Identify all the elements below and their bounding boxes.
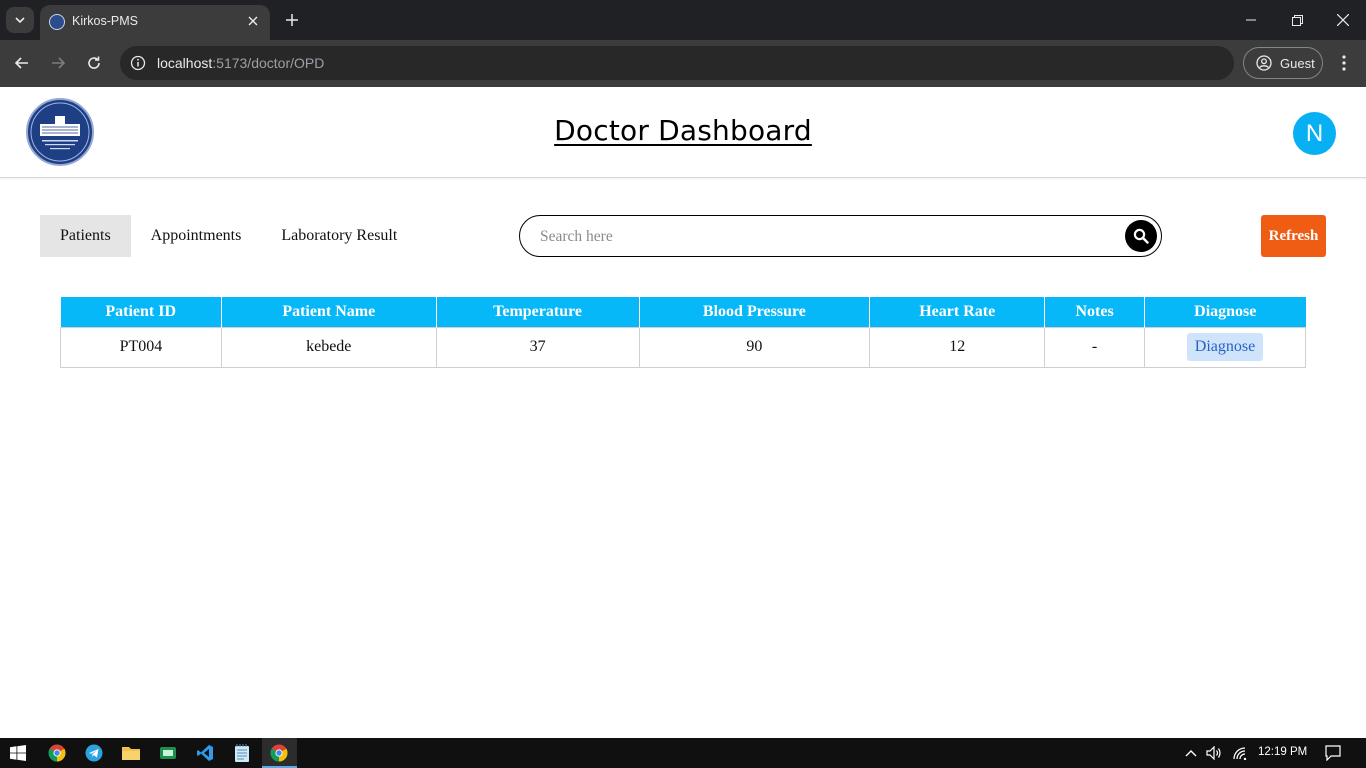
- notification-center-icon[interactable]: [1325, 745, 1341, 761]
- table-row: PT004 kebede 37 90 12 - Diagnose: [60, 326, 1306, 368]
- cell-patient-name: kebede: [220, 326, 437, 368]
- taskbar-vscode-icon[interactable]: [195, 743, 215, 763]
- column-header-blood-pressure: Blood Pressure: [639, 297, 871, 327]
- url-path: :5173/doctor/OPD: [212, 55, 325, 71]
- close-window-button[interactable]: [1320, 0, 1366, 40]
- start-button[interactable]: [8, 743, 28, 763]
- tab-close-button[interactable]: [244, 12, 262, 30]
- minimize-icon: [1246, 19, 1256, 21]
- profile-label: Guest: [1280, 55, 1315, 71]
- close-icon: [1337, 14, 1349, 26]
- search-bar: [519, 215, 1162, 257]
- browser-tab[interactable]: Kirkos-PMS: [40, 5, 270, 40]
- column-header-diagnose: Diagnose: [1144, 297, 1306, 327]
- site-favicon-icon: [49, 14, 65, 30]
- search-input[interactable]: [540, 226, 1120, 248]
- back-button[interactable]: [10, 51, 34, 75]
- cell-diagnose: Diagnose: [1144, 326, 1306, 368]
- arrow-right-icon: [52, 57, 66, 69]
- search-icon: [1133, 228, 1149, 244]
- restore-icon: [1291, 14, 1303, 26]
- taskbar-app-icon[interactable]: [158, 743, 178, 763]
- volume-icon[interactable]: [1206, 745, 1222, 761]
- chevron-down-icon: [15, 17, 25, 24]
- taskbar-clock[interactable]: 12:19 PM: [1258, 746, 1307, 758]
- page-title: Doctor Dashboard: [554, 114, 812, 147]
- minimize-button[interactable]: [1228, 0, 1274, 40]
- patients-table: Patient ID Patient Name Temperature Bloo…: [60, 297, 1306, 368]
- reload-button[interactable]: [82, 51, 106, 75]
- wifi-icon[interactable]: [1232, 745, 1248, 761]
- taskbar-telegram-icon[interactable]: [84, 743, 104, 763]
- tab-laboratory-result[interactable]: Laboratory Result: [261, 215, 417, 257]
- url-host: localhost: [157, 55, 213, 71]
- address-bar[interactable]: localhost:5173/doctor/OPD: [120, 46, 1234, 80]
- column-header-temperature: Temperature: [436, 297, 640, 327]
- site-info-icon[interactable]: [128, 53, 148, 73]
- plus-icon: [286, 14, 298, 26]
- arrow-left-icon: [14, 57, 28, 69]
- reload-icon: [88, 56, 100, 69]
- url-text: localhost:5173/doctor/OPD: [157, 55, 324, 71]
- browser-menu-button[interactable]: [1332, 51, 1356, 75]
- restore-button[interactable]: [1274, 0, 1320, 40]
- taskbar-chrome-icon[interactable]: [47, 743, 67, 763]
- tray-chevron-up-icon[interactable]: [1183, 745, 1199, 761]
- browser-toolbar: localhost:5173/doctor/OPD Guest: [0, 40, 1366, 87]
- taskbar-active-chrome[interactable]: [262, 738, 297, 768]
- windows-logo-icon: [10, 745, 26, 761]
- tab-title: Kirkos-PMS: [72, 14, 138, 28]
- tab-appointments[interactable]: Appointments: [131, 215, 262, 257]
- dashboard-tabs: Patients Appointments Laboratory Result: [40, 215, 417, 257]
- app-header: Doctor Dashboard N: [0, 87, 1366, 178]
- column-header-heart-rate: Heart Rate: [869, 297, 1046, 327]
- tab-search-button[interactable]: [6, 7, 34, 33]
- new-tab-button[interactable]: [282, 10, 302, 30]
- browser-tabbar: Kirkos-PMS: [0, 0, 1366, 40]
- page-content: Doctor Dashboard N Patients Appointments…: [0, 87, 1366, 738]
- profile-icon: [1256, 55, 1272, 71]
- column-header-patient-name: Patient Name: [221, 297, 437, 327]
- windows-taskbar: 12:19 PM: [0, 738, 1366, 768]
- column-header-notes: Notes: [1044, 297, 1146, 327]
- cell-patient-id: PT004: [60, 326, 222, 368]
- search-button[interactable]: [1125, 220, 1157, 252]
- column-header-patient-id: Patient ID: [60, 297, 222, 327]
- chrome-icon: [270, 744, 288, 762]
- forward-button[interactable]: [46, 51, 70, 75]
- close-icon: [248, 16, 258, 26]
- kebab-menu-icon: [1342, 55, 1346, 71]
- taskbar-notepad-icon[interactable]: [232, 743, 252, 763]
- profile-button[interactable]: Guest: [1243, 47, 1323, 79]
- taskbar-file-explorer-icon[interactable]: [121, 743, 141, 763]
- diagnose-button[interactable]: Diagnose: [1186, 333, 1264, 361]
- cell-notes: -: [1044, 326, 1146, 368]
- cell-blood-pressure: 90: [638, 326, 871, 368]
- user-avatar[interactable]: N: [1293, 112, 1336, 155]
- cell-heart-rate: 12: [869, 326, 1046, 368]
- cell-temperature: 37: [435, 326, 640, 368]
- tab-patients[interactable]: Patients: [40, 215, 131, 257]
- table-header-row: Patient ID Patient Name Temperature Bloo…: [60, 297, 1306, 327]
- refresh-button[interactable]: Refresh: [1261, 215, 1326, 257]
